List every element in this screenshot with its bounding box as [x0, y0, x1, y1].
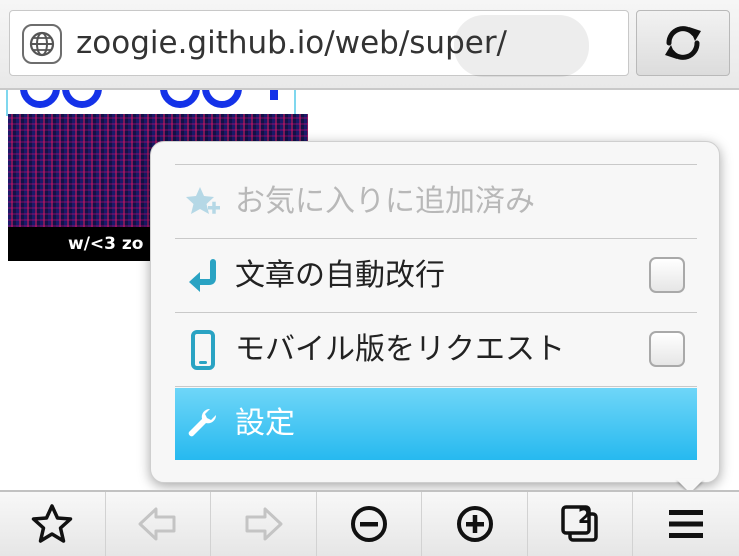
- bookmark-button[interactable]: [0, 492, 106, 556]
- tabs-button[interactable]: 2: [528, 492, 634, 556]
- auto-wrap-checkbox[interactable]: [649, 257, 685, 293]
- menu-item-label: 設定: [235, 406, 295, 441]
- menu-item-favorite-added: お気に入りに追加済み: [175, 166, 697, 238]
- menu-item-label: お気に入りに追加済み: [235, 184, 535, 219]
- url-text: zoogie.github.io/web/super/: [76, 25, 508, 61]
- forward-arrow-icon: [245, 507, 283, 541]
- back-button[interactable]: [106, 492, 212, 556]
- menu-button[interactable]: [633, 492, 739, 556]
- zoom-out-button[interactable]: [317, 492, 423, 556]
- back-arrow-icon: [138, 507, 176, 541]
- zoom-in-icon: [456, 506, 493, 542]
- menu-divider: [175, 386, 697, 387]
- page-logo: [6, 90, 296, 116]
- menu-item-settings[interactable]: 設定: [175, 388, 697, 460]
- menu-item-request-mobile[interactable]: モバイル版をリクエスト: [175, 314, 697, 386]
- smartphone-icon: [183, 330, 223, 370]
- menu-divider: [175, 164, 697, 165]
- forward-button[interactable]: [211, 492, 317, 556]
- menu-item-label: 文章の自動改行: [235, 258, 445, 293]
- menu-item-auto-wrap[interactable]: 文章の自動改行: [175, 240, 697, 312]
- url-field[interactable]: zoogie.github.io/web/super/: [9, 10, 629, 77]
- menu-divider: [175, 238, 697, 239]
- menu-icon: [669, 510, 704, 538]
- reload-button[interactable]: [636, 10, 730, 76]
- star-add-icon: [183, 182, 223, 222]
- globe-icon: [22, 24, 62, 64]
- tab-count-badge: 2: [577, 504, 592, 528]
- star-icon: [32, 504, 73, 543]
- zoom-out-icon: [350, 506, 387, 542]
- request-mobile-checkbox[interactable]: [649, 331, 685, 367]
- menu-item-label: モバイル版をリクエスト: [235, 332, 565, 367]
- browser-menu: お気に入りに追加済み 文章の自動改行 モバイル版をリクエスト 設定: [150, 141, 720, 483]
- address-bar: zoogie.github.io/web/super/: [0, 0, 739, 90]
- bottom-toolbar: 2: [0, 490, 739, 556]
- menu-divider: [175, 312, 697, 313]
- wrench-icon: [183, 404, 223, 444]
- reload-icon: [665, 26, 701, 60]
- return-arrow-icon: [183, 256, 223, 296]
- zoom-in-button[interactable]: [422, 492, 528, 556]
